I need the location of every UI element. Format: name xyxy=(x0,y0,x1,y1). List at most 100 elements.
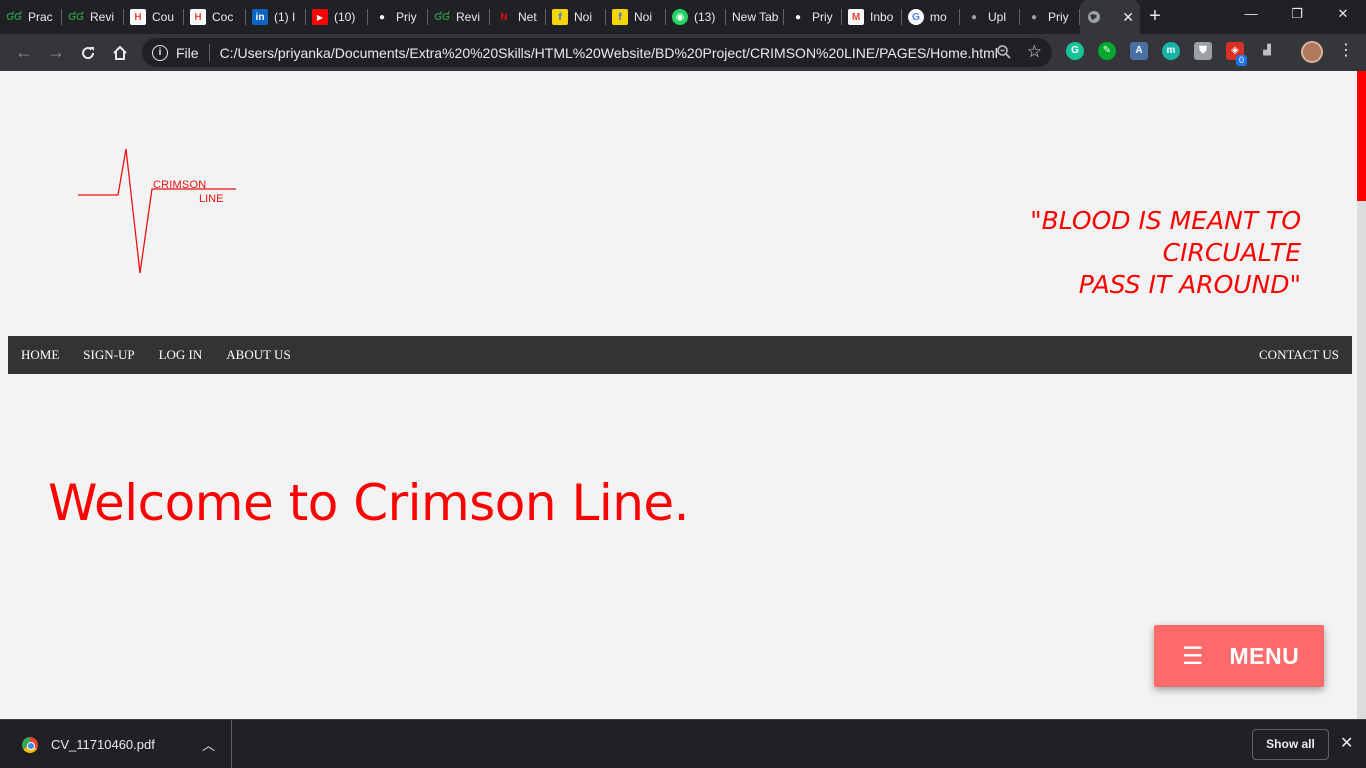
browser-tab[interactable]: H Cou xyxy=(124,0,184,34)
hackerrank-icon: H xyxy=(190,9,206,25)
tab-title: Priy xyxy=(812,10,833,24)
globe-icon: ● xyxy=(1030,11,1038,23)
home-icon[interactable] xyxy=(104,37,136,69)
nav-home[interactable]: HOME xyxy=(8,336,71,374)
quote-line-1: "BLOOD IS MEANT TO xyxy=(1030,206,1301,235)
tab-title: Inbo xyxy=(870,10,894,24)
nav-login[interactable]: LOG IN xyxy=(147,336,215,374)
browser-tab[interactable]: Gmo xyxy=(902,0,960,34)
whatsapp-icon: ◉ xyxy=(672,9,688,25)
active-tab[interactable]: ✕ xyxy=(1080,0,1140,34)
address-bar[interactable]: i File C:/Users/priyanka/Documents/Extra… xyxy=(142,38,1052,67)
chrome-icon xyxy=(22,736,38,753)
zoom-icon[interactable] xyxy=(996,44,1012,63)
tagline-quote: "BLOOD IS MEANT TO CIRCUALTE PASS IT ARO… xyxy=(1030,205,1301,301)
window-controls: — ❐ ✕ xyxy=(1228,0,1366,34)
hackerrank-icon: H xyxy=(130,9,146,25)
logo-text-crimson: CRIMSON xyxy=(153,179,207,191)
browser-tab[interactable]: ● Priy xyxy=(1020,0,1080,34)
site-info-icon[interactable]: i xyxy=(152,44,168,61)
google-icon: G xyxy=(908,9,924,25)
browser-tab[interactable]: ● Priy xyxy=(784,0,842,34)
extension-a-icon[interactable]: A xyxy=(1130,42,1148,60)
chevron-up-icon[interactable]: ︿ xyxy=(202,735,215,754)
nav-contact[interactable]: CONTACT US xyxy=(1247,336,1352,374)
shield-icon[interactable]: ⛊ xyxy=(1194,42,1212,60)
flipkart-icon: f xyxy=(612,9,628,25)
browser-tab[interactable]: f Noi xyxy=(546,0,606,34)
browser-tab[interactable]: H Coc xyxy=(184,0,246,34)
grammarly-icon[interactable]: G xyxy=(1066,42,1084,60)
gmail-icon: M xyxy=(848,9,864,25)
browser-tab[interactable]: N Net xyxy=(490,0,546,34)
bookmark-star-icon[interactable]: ☆ xyxy=(1027,42,1042,62)
globe-icon: ● xyxy=(970,11,978,23)
window-close-icon[interactable]: ✕ xyxy=(1320,0,1366,30)
reload-icon[interactable] xyxy=(72,37,104,69)
page-scrollbar[interactable] xyxy=(1357,71,1366,719)
evernote-icon[interactable]: ✎ xyxy=(1098,42,1116,60)
menu-button-label: MENU xyxy=(1229,642,1300,669)
tab-title: Coc xyxy=(212,10,234,24)
tab-title: Net xyxy=(518,10,537,24)
signal-icon[interactable]: ▟ xyxy=(1258,42,1276,60)
browser-tab[interactable]: ƓƓ Revi xyxy=(62,0,124,34)
forward-icon[interactable]: → xyxy=(40,37,72,69)
browser-tab[interactable]: M Inbo xyxy=(842,0,902,34)
tab-title: New Tab xyxy=(732,10,779,24)
browser-tab[interactable]: ƓƓ Prac xyxy=(0,0,62,34)
close-tab-icon[interactable]: ✕ xyxy=(1122,9,1134,26)
scrollbar-thumb[interactable] xyxy=(1357,71,1366,201)
gg-icon: ƓƓ xyxy=(434,11,450,23)
quote-line-3: PASS IT AROUND" xyxy=(1078,270,1301,299)
browser-menu-icon[interactable]: ⋮ xyxy=(1338,40,1354,60)
hamburger-icon: ☰ xyxy=(1182,642,1204,670)
browser-tab[interactable]: f Noi xyxy=(606,0,666,34)
download-file-name: CV_11710460.pdf xyxy=(51,737,155,752)
tab-list: ƓƓ Prac ƓƓ Revi H Cou H Coc in (1) I ▶ (10) ● Priy ƓƓ R… xyxy=(0,0,1080,34)
nav-signup[interactable]: SIGN-UP xyxy=(71,336,146,374)
menu-button[interactable]: ☰ MENU xyxy=(1154,625,1324,687)
tab-title: Noi xyxy=(634,10,653,24)
close-shelf-icon[interactable]: ✕ xyxy=(1340,733,1353,753)
browser-tab[interactable]: New Tab xyxy=(726,0,784,34)
show-all-button[interactable]: Show all xyxy=(1252,729,1329,760)
browser-tab[interactable]: ▶ (10) xyxy=(306,0,368,34)
browser-tab[interactable]: ◉ (13) xyxy=(666,0,726,34)
github-icon: ● xyxy=(378,11,386,23)
browser-tab[interactable]: in (1) I xyxy=(246,0,306,34)
github-icon: ● xyxy=(794,11,802,23)
scheme-label: File xyxy=(176,44,199,61)
page-viewport: CRIMSON LINE "BLOOD IS MEANT TO CIRCUALT… xyxy=(0,71,1357,719)
browser-tab[interactable]: ● Priy xyxy=(368,0,428,34)
tab-title: Revi xyxy=(90,10,115,24)
gg-icon: ƓƓ xyxy=(68,11,84,23)
nav-about[interactable]: ABOUT US xyxy=(214,336,302,374)
url-text[interactable]: C:/Users/priyanka/Documents/Extra%20%20S… xyxy=(220,45,998,61)
restore-icon[interactable]: ❐ xyxy=(1274,0,1320,30)
netflix-icon: N xyxy=(500,11,508,23)
tab-title: (10) xyxy=(334,10,356,24)
minimize-icon[interactable]: — xyxy=(1228,0,1274,30)
extension-m-icon[interactable]: m xyxy=(1162,42,1180,60)
tab-title: Priy xyxy=(1048,10,1069,24)
linkedin-icon: in xyxy=(252,9,268,25)
download-item[interactable]: CV_11710460.pdf ︿ xyxy=(0,720,232,768)
tab-title: Noi xyxy=(574,10,593,24)
download-shelf: CV_11710460.pdf ︿ Show all ✕ xyxy=(0,719,1366,768)
tab-title: Revi xyxy=(456,10,481,24)
new-tab-button[interactable]: + xyxy=(1140,0,1170,34)
crimson-line-logo[interactable] xyxy=(74,145,244,277)
heartbeat-line-icon xyxy=(78,148,236,274)
tab-title: Cou xyxy=(152,10,175,24)
globe-icon xyxy=(1086,9,1102,25)
browser-tab[interactable]: ● Upl xyxy=(960,0,1020,34)
browser-tab[interactable]: ƓƓ Revi xyxy=(428,0,490,34)
tab-title: mo xyxy=(930,10,947,24)
profile-avatar[interactable] xyxy=(1301,41,1323,63)
back-icon[interactable]: ← xyxy=(8,37,40,69)
youtube-icon: ▶ xyxy=(312,9,328,25)
tab-title: Upl xyxy=(988,10,1007,24)
gg-icon: ƓƓ xyxy=(6,11,22,23)
extension-badge-count: 0 xyxy=(1236,55,1248,66)
